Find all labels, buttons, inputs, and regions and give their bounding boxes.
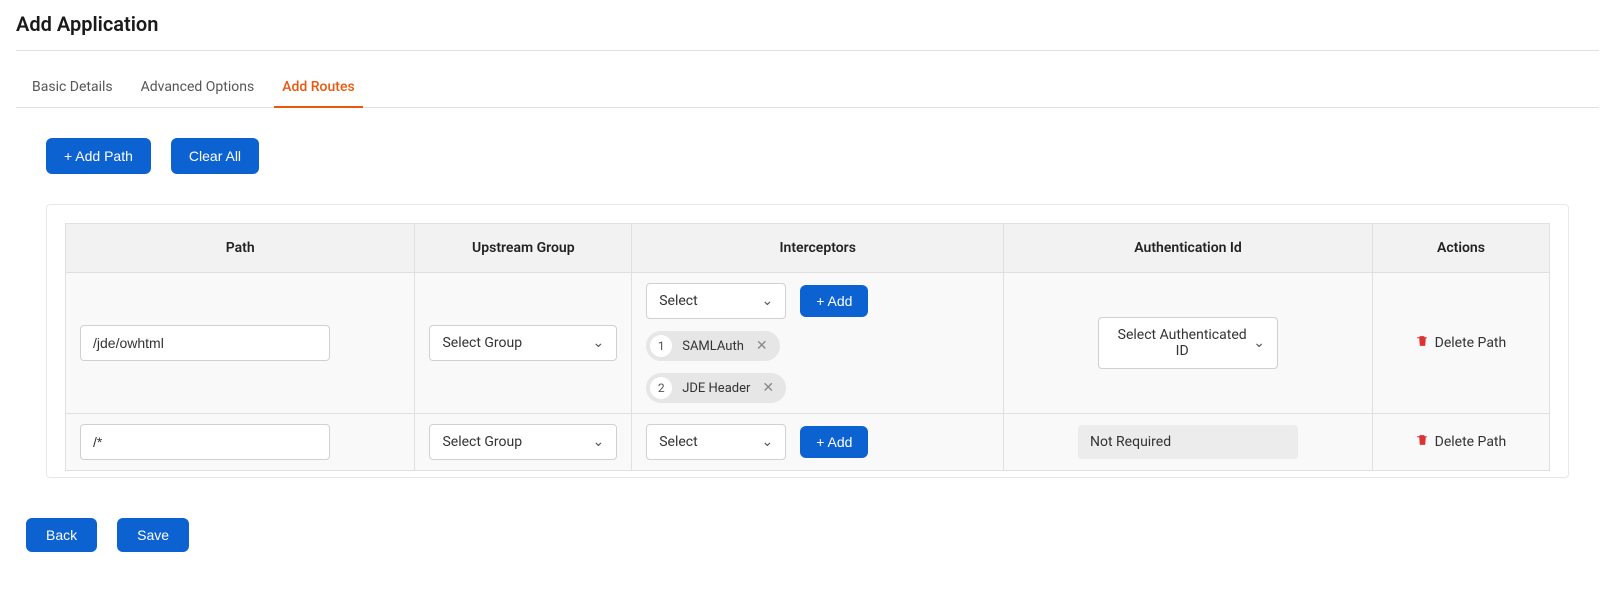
tab-basic-details[interactable]: Basic Details xyxy=(32,69,113,107)
col-interceptors: Interceptors xyxy=(632,224,1004,273)
footer-buttons: Back Save xyxy=(16,518,1599,552)
auth-id-select[interactable]: Select Authenticated ID ⌄ xyxy=(1098,317,1278,369)
close-icon[interactable]: ✕ xyxy=(754,338,770,354)
chevron-down-icon: ⌄ xyxy=(761,434,773,450)
col-actions: Actions xyxy=(1372,224,1549,273)
col-auth-id: Authentication Id xyxy=(1004,224,1373,273)
delete-path-button[interactable]: Delete Path xyxy=(1416,433,1507,451)
delete-label: Delete Path xyxy=(1435,335,1507,351)
add-interceptor-button[interactable]: + Add xyxy=(800,426,868,458)
tabs: Basic Details Advanced Options Add Route… xyxy=(16,69,1599,108)
interceptor-select[interactable]: Select ⌄ xyxy=(646,283,786,319)
chip-number: 2 xyxy=(650,377,672,399)
upstream-group-select[interactable]: Select Group ⌄ xyxy=(429,325,617,361)
chevron-down-icon: ⌄ xyxy=(1253,335,1265,351)
interceptor-select[interactable]: Select ⌄ xyxy=(646,424,786,460)
select-label: Select Authenticated ID xyxy=(1111,327,1253,359)
col-path: Path xyxy=(66,224,415,273)
select-label: Select xyxy=(659,434,697,450)
interceptor-chip: 2 JDE Header ✕ xyxy=(646,373,786,403)
close-icon[interactable]: ✕ xyxy=(760,380,776,396)
chevron-down-icon: ⌄ xyxy=(592,434,604,450)
routes-table: Path Upstream Group Interceptors Authent… xyxy=(65,223,1550,471)
upstream-group-select[interactable]: Select Group ⌄ xyxy=(429,424,617,460)
delete-path-button[interactable]: Delete Path xyxy=(1416,334,1507,352)
path-input[interactable] xyxy=(80,325,330,361)
clear-all-button[interactable]: Clear All xyxy=(171,138,259,174)
interceptor-chip: 1 SAMLAuth ✕ xyxy=(646,331,779,361)
chip-number: 1 xyxy=(650,335,672,357)
chevron-down-icon: ⌄ xyxy=(592,335,604,351)
chevron-down-icon: ⌄ xyxy=(761,293,773,309)
trash-icon xyxy=(1416,433,1429,451)
back-button[interactable]: Back xyxy=(26,518,97,552)
page-title: Add Application xyxy=(16,8,1599,51)
tab-advanced-options[interactable]: Advanced Options xyxy=(141,69,255,107)
table-row: Select Group ⌄ Select ⌄ + Add xyxy=(66,414,1550,471)
select-label: Select Group xyxy=(442,335,522,351)
chip-label: SAMLAuth xyxy=(682,339,744,354)
trash-icon xyxy=(1416,334,1429,352)
add-interceptor-button[interactable]: + Add xyxy=(800,285,868,317)
save-button[interactable]: Save xyxy=(117,518,189,552)
routes-card: Path Upstream Group Interceptors Authent… xyxy=(46,204,1569,478)
auth-id-readonly: Not Required xyxy=(1078,425,1298,459)
select-label: Select xyxy=(659,293,697,309)
chip-label: JDE Header xyxy=(682,381,750,396)
tab-content: + Add Path Clear All Path Upstream Group… xyxy=(16,108,1599,488)
add-path-button[interactable]: + Add Path xyxy=(46,138,151,174)
path-input[interactable] xyxy=(80,424,330,460)
col-upstream-group: Upstream Group xyxy=(415,224,632,273)
tab-add-routes[interactable]: Add Routes xyxy=(282,69,354,107)
delete-label: Delete Path xyxy=(1435,434,1507,450)
select-label: Select Group xyxy=(442,434,522,450)
table-row: Select Group ⌄ Select ⌄ + Add xyxy=(66,273,1550,414)
toolbar: + Add Path Clear All xyxy=(46,138,1569,174)
